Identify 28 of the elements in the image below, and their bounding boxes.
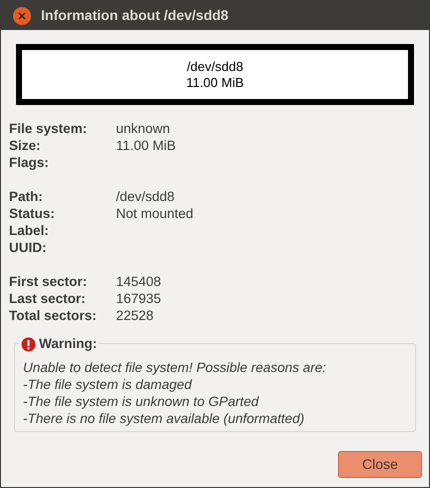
warning-text: -The file system is unknown to GParted <box>23 393 260 410</box>
warning-text: -There is no file system available (unformatted) <box>23 410 306 427</box>
warning-title: Warning: <box>39 335 97 353</box>
field-label: Path: <box>9 188 44 206</box>
field-label: Flags: <box>9 154 50 172</box>
field-value: 145408 <box>116 273 162 292</box>
field-label: Status: <box>9 205 56 224</box>
field-value: 22528 <box>116 307 154 326</box>
field-label: Total sectors: <box>9 307 98 326</box>
close-button[interactable]: Close <box>338 451 422 478</box>
partition-path: /dev/sdd8 <box>186 58 244 74</box>
window-title: Information about /dev/sdd8 <box>41 6 228 25</box>
field-value: Not mounted <box>116 205 194 224</box>
field-label: First sector: <box>9 273 88 292</box>
warning-text: Unable to detect file system! Possible reasons are: <box>23 359 328 376</box>
field-label: UUID: <box>9 239 48 258</box>
field-value: 11.00 MiB <box>116 137 176 156</box>
field-label: Last sector: <box>9 290 87 308</box>
warning-icon <box>21 336 36 352</box>
close-icon[interactable] <box>13 6 31 24</box>
field-value: /dev/sdd8 <box>116 188 175 206</box>
warning-text: -The file system is damaged <box>23 376 193 393</box>
field-label: Label: <box>9 222 50 240</box>
field-label: File system: <box>9 120 88 138</box>
field-value: 167935 <box>116 290 162 308</box>
partition-size: 11.00 MiB <box>186 74 244 90</box>
field-value: unknown <box>116 120 170 138</box>
field-label: Size: <box>9 137 42 156</box>
